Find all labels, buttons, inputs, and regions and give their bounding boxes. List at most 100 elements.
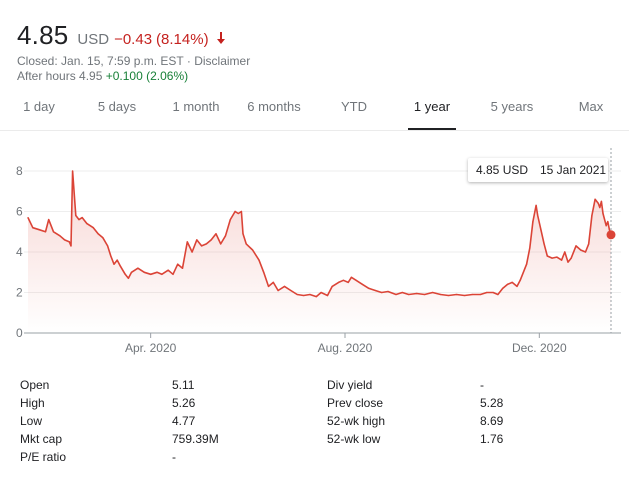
stat-value: 5.11	[172, 378, 195, 392]
data-point	[86, 223, 88, 225]
tab-5-days[interactable]: 5 days	[90, 88, 144, 129]
data-point	[130, 271, 133, 273]
stat-value: 4.77	[172, 414, 196, 428]
tab-max[interactable]: Max	[572, 88, 610, 129]
data-point	[479, 293, 481, 296]
stats-left: Open 5.11 High 5.26 Low 4.77 Mkt cap 759…	[20, 376, 310, 466]
tab-1-year[interactable]: 1 year	[408, 88, 456, 130]
stat-value: 5.26	[172, 396, 196, 410]
stat-value: -	[480, 378, 484, 392]
stat-row-52wk-high: 52-wk high 8.69	[327, 412, 617, 430]
data-point	[556, 256, 558, 258]
stat-row-div-yield: Div yield -	[327, 376, 617, 394]
data-point	[32, 227, 34, 229]
data-point	[381, 291, 383, 294]
data-point	[210, 239, 212, 241]
y-tick-label: 8	[16, 164, 23, 178]
data-point	[543, 243, 545, 245]
stat-value: 5.28	[480, 396, 504, 410]
current-price: 4.85	[17, 20, 69, 50]
stat-label: Mkt cap	[20, 432, 63, 446]
data-point	[205, 243, 207, 245]
x-axis: Apr. 2020 Aug. 2020 Dec. 2020	[125, 333, 567, 355]
arrow-down-icon	[216, 32, 225, 44]
data-point	[570, 257, 572, 259]
y-tick-label: 6	[16, 205, 23, 219]
data-point	[561, 259, 563, 261]
data-point	[564, 251, 566, 253]
tab-5-years[interactable]: 5 years	[484, 88, 540, 129]
data-point	[599, 206, 601, 209]
y-tick-label: 4	[16, 245, 23, 259]
data-point	[113, 263, 115, 265]
data-point	[196, 239, 198, 241]
x-tick-label: Apr. 2020	[125, 341, 177, 355]
tab-ytd[interactable]: YTD	[334, 88, 374, 129]
data-point	[68, 241, 70, 243]
data-point	[309, 293, 311, 296]
stat-label: P/E ratio	[20, 450, 67, 464]
data-point	[424, 293, 426, 296]
after-hours-change: +0.100 (2.06%)	[105, 69, 189, 83]
data-point	[387, 290, 389, 293]
data-point	[201, 245, 203, 247]
data-point	[580, 249, 582, 251]
data-point	[567, 261, 569, 263]
data-point	[355, 279, 357, 281]
data-point	[546, 255, 548, 257]
stat-value: 759.39M	[172, 432, 219, 446]
tab-6-months[interactable]: 6 months	[240, 88, 308, 129]
data-point	[492, 291, 494, 294]
quote-header: 4.85 USD −0.43 (8.14%) Closed: Jan. 15, …	[17, 20, 250, 84]
stats-right: Div yield - Prev close 5.28 52-wk high 8…	[327, 376, 617, 448]
closed-text: Closed: Jan. 15, 7:59 p.m. EST · Disclai…	[17, 54, 251, 68]
data-point	[597, 202, 599, 204]
data-point	[38, 229, 40, 231]
data-point	[605, 225, 607, 227]
stat-row-prev-close: Prev close 5.28	[327, 394, 617, 412]
data-point	[532, 221, 534, 223]
data-point	[502, 287, 504, 289]
data-point	[290, 289, 292, 292]
data-point	[296, 293, 298, 296]
tab-1-day[interactable]: 1 day	[14, 88, 64, 129]
data-point	[267, 285, 270, 287]
price-change: −0.43	[114, 31, 153, 48]
tab-1-month[interactable]: 1 month	[166, 88, 226, 129]
data-point	[432, 291, 434, 294]
data-point	[229, 219, 231, 221]
data-point	[127, 277, 129, 279]
data-point	[64, 239, 66, 241]
data-point	[600, 200, 603, 202]
data-point	[486, 291, 488, 294]
data-point	[516, 285, 518, 287]
data-point	[401, 291, 403, 294]
data-point	[78, 219, 80, 221]
data-point	[237, 212, 239, 215]
data-point	[440, 293, 442, 296]
stat-row-high: High 5.26	[20, 394, 310, 412]
stat-row-low: Low 4.77	[20, 412, 310, 430]
data-point	[529, 247, 531, 249]
stat-label: Div yield	[327, 378, 373, 392]
after-hours-label: After hours 4.95	[17, 69, 103, 83]
data-point	[110, 255, 112, 257]
current-point-marker	[606, 230, 616, 240]
data-point	[588, 243, 590, 245]
data-point	[455, 293, 458, 296]
stat-row-52wk-low: 52-wk low 1.76	[327, 430, 617, 448]
data-point	[161, 273, 163, 275]
tooltip-date: 15 Jan 2021	[540, 163, 607, 177]
data-point	[191, 251, 193, 253]
data-point	[395, 293, 397, 296]
data-point	[535, 204, 537, 206]
chart-tooltip: 4.85 USD 15 Jan 2021	[468, 158, 608, 182]
data-point	[107, 245, 109, 247]
y-axis-labels: 0 2 4 6 8	[16, 164, 23, 340]
data-point	[81, 217, 83, 219]
data-point	[608, 229, 611, 231]
data-point	[220, 243, 222, 245]
data-point	[602, 212, 604, 215]
tooltip-value: 4.85 USD	[476, 163, 529, 177]
data-point	[537, 214, 539, 217]
